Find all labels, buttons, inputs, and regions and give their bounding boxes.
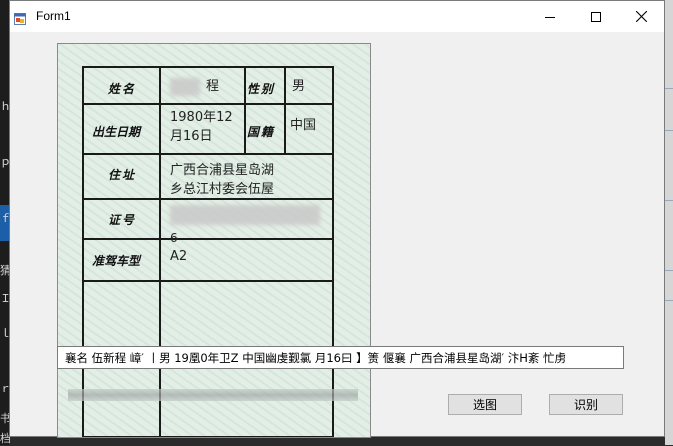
title-bar[interactable]: Form1 <box>10 1 664 32</box>
ocr-result-textbox[interactable]: 襄名 伍新程 嶂′ 丨男 19凰0年卫Z 中国幽虔觐氯 月16曰 】箦 偃襄 广… <box>57 346 624 369</box>
value-vehicle-class: A2 <box>170 249 188 264</box>
scan-stamp-band <box>68 389 358 401</box>
select-image-button[interactable]: 选图 <box>448 394 522 415</box>
value-name: 程 <box>206 79 220 94</box>
value-birth-date-line1: 1980年12 <box>170 110 233 125</box>
close-button[interactable] <box>618 1 664 32</box>
ocr-result-text: 襄名 伍新程 嶂′ 丨男 19凰0年卫Z 中国幽虔觐氯 月16曰 】箦 偃襄 广… <box>65 351 567 365</box>
value-gender: 男 <box>292 79 306 94</box>
label-id-number: 证号 <box>108 213 137 227</box>
maximize-icon <box>591 11 601 22</box>
desktop-right-edge <box>665 0 673 445</box>
label-gender: 性别 <box>247 82 276 96</box>
value-address-line1: 广西合浦县星岛湖 <box>170 163 275 178</box>
value-address-line2: 乡总江村委会伍屋 <box>170 182 275 197</box>
value-id-number-tail: 6 <box>170 231 178 245</box>
recognize-button[interactable]: 识别 <box>549 394 623 415</box>
license-scan-image: 姓名 性别 出生日期 国籍 住址 证号 准驾车型 程 男 1980年12 月16… <box>58 44 370 437</box>
image-picturebox: 姓名 性别 出生日期 国籍 住址 证号 准驾车型 程 男 1980年12 月16… <box>57 43 371 438</box>
minimize-icon <box>545 16 555 18</box>
close-icon <box>635 11 647 22</box>
minimize-button[interactable] <box>527 1 573 32</box>
value-birth-date-line2: 月16日 <box>170 129 213 144</box>
maximize-button[interactable] <box>573 1 619 32</box>
window-title: Form1 <box>36 9 71 23</box>
form-window: Form1 姓名 性别 出生日期 国籍 住址 证号 准驾车型 程 男 1980年… <box>9 0 665 438</box>
label-name: 姓名 <box>108 82 137 96</box>
license-table: 姓名 性别 出生日期 国籍 住址 证号 准驾车型 程 男 1980年12 月16… <box>82 66 334 437</box>
label-address: 住址 <box>108 168 137 182</box>
redacted-id-number <box>170 205 320 225</box>
label-vehicle-class: 准驾车型 <box>92 254 141 268</box>
redacted-name <box>170 78 200 96</box>
label-nationality: 国籍 <box>247 125 276 139</box>
app-icon <box>14 10 26 25</box>
value-nationality: 中国 <box>290 118 317 133</box>
label-birth-date: 出生日期 <box>92 125 141 139</box>
